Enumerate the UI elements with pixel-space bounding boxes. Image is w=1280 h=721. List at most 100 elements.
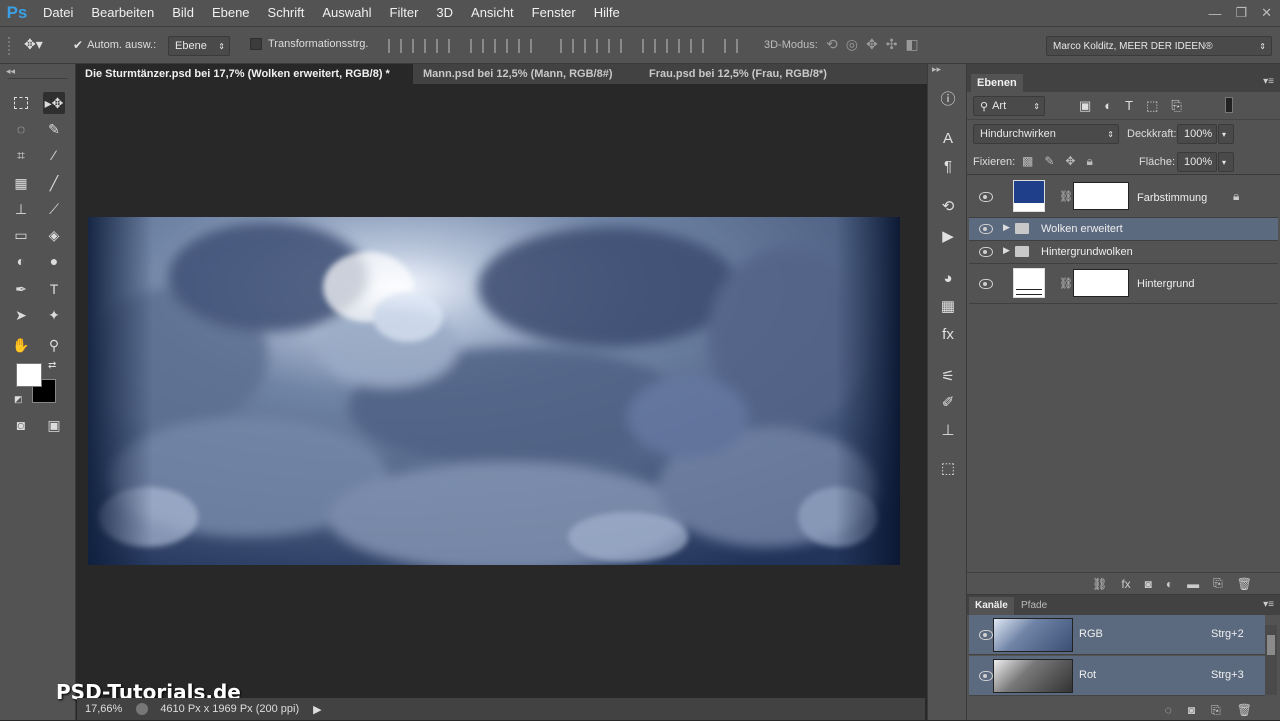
tab-mann[interactable]: Mann.psd bei 12,5% (Mann, RGB/8#) ✕ [415,64,637,100]
color-palette-icon[interactable]: ◕ [938,268,958,288]
custom-shape-tool-icon[interactable]: ✦ [43,304,65,326]
info-icon[interactable]: ⓘ [938,88,958,108]
add-mask-icon[interactable]: ◙ [1145,577,1152,591]
panel-menu-icon[interactable]: ▾≡ [1263,76,1274,87]
menu-bearbeiten[interactable]: Bearbeiten [82,0,163,26]
menu-bild[interactable]: Bild [163,0,203,26]
panel-menu-icon[interactable]: ▾≡ [1263,599,1274,610]
fill-field[interactable]: 100% [1177,152,1217,172]
maximize-icon[interactable]: ❐ [1235,5,1247,21]
3d-roll-icon[interactable]: ◎ [846,36,858,53]
history-brush-tool-icon[interactable]: ⟋ [43,198,65,220]
lasso-tool-icon[interactable]: ◌ [10,118,32,140]
menu-auswahl[interactable]: Auswahl [313,0,380,26]
delete-channel-icon[interactable]: 🗑︎ [1237,703,1252,717]
swatches-icon[interactable]: ▦ [938,296,958,316]
filter-adjustment-icon[interactable]: ◐ [1104,98,1112,114]
save-selection-icon[interactable]: ◙ [1188,703,1195,717]
tab-kanaele[interactable]: Kanäle [969,597,1014,615]
distribute-vcenter-icon[interactable] [584,39,598,53]
3d-pan-icon[interactable]: ✥ [866,36,878,53]
fill-dropdown-icon[interactable]: ▾ [1218,152,1234,172]
brush-presets-icon[interactable]: ✐ [938,392,958,412]
tab-ebenen[interactable]: Ebenen [971,74,1023,92]
layer-name[interactable]: Hintergrundwolken [1041,246,1133,258]
swap-colors-icon[interactable]: ⇄ [48,360,56,371]
tab-frau[interactable]: Frau.psd bei 12,5% (Frau, RGB/8*) ✕ [641,64,849,100]
opacity-dropdown-icon[interactable]: ▾ [1218,124,1234,144]
filter-toggle-switch[interactable] [1225,97,1233,113]
tab-die-sturmtaenzer[interactable]: Die Sturmtänzer.psd bei 17,7% (Wolken er… [77,64,413,100]
move-tool-preset-icon[interactable]: ✥▾ [24,36,43,53]
adjustments-icon[interactable]: ⚟ [938,366,958,386]
layer-name[interactable]: Wolken erweitert [1041,223,1123,235]
document-canvas[interactable] [88,217,900,565]
scrollbar-thumb[interactable] [1267,635,1275,655]
new-group-icon[interactable]: ▬ [1187,577,1199,591]
link-layers-icon[interactable]: ⛓ [1092,577,1107,591]
channels-scrollbar[interactable] [1265,625,1277,695]
menu-hilfe[interactable]: Hilfe [585,0,629,26]
status-menu-arrow-icon[interactable]: ▶ [313,703,321,716]
type-tool-icon[interactable]: T [43,278,65,300]
channel-row-rot[interactable]: Rot Strg+3 [969,656,1265,696]
default-colors-icon[interactable]: ◩ [14,394,23,405]
distribute-bottom-icon[interactable] [608,39,622,53]
healing-brush-tool-icon[interactable]: ▦ [10,172,32,194]
menu-ansicht[interactable]: Ansicht [462,0,523,26]
grip-handle[interactable] [8,37,16,55]
marquee-tool-icon[interactable] [10,92,32,114]
menu-filter[interactable]: Filter [381,0,428,26]
align-left-icon[interactable] [470,39,484,53]
paragraph-icon[interactable]: ¶ [938,156,958,176]
doc-info-icon[interactable] [136,703,149,715]
3d-camera-icon[interactable]: ◧ [905,36,918,53]
filter-type-icon[interactable]: T [1125,98,1133,114]
filter-smartobject-icon[interactable]: ⎘ [1171,98,1181,114]
collapse-icon[interactable]: ◂◂ [6,66,15,77]
lock-all-icon[interactable]: 🔒︎ [1086,154,1092,169]
menu-datei[interactable]: Datei [34,0,82,26]
zoom-tool-icon[interactable]: ⚲ [43,334,65,356]
screen-mode-icon[interactable]: ▣ [43,414,65,436]
new-channel-icon[interactable]: ⎘ [1211,703,1221,718]
distribute-left-icon[interactable] [642,39,656,53]
layer-name[interactable]: Hintergrund [1137,278,1194,290]
link-chain-icon[interactable]: ⛓ [1059,190,1073,203]
layer-row-wolken-erweitert[interactable]: ▶ Wolken erweitert [969,218,1278,241]
minimize-icon[interactable]: — [1208,6,1221,21]
filter-pixel-icon[interactable]: ▣ [1079,98,1091,114]
distribute-right-icon[interactable] [690,39,704,53]
align-right-icon[interactable] [518,39,532,53]
visibility-eye-icon[interactable] [979,671,993,681]
history-icon[interactable]: ⟲ [938,196,958,216]
hand-tool-icon[interactable]: ✋ [10,334,32,356]
paint-bucket-tool-icon[interactable]: ◈ [43,224,65,246]
lock-position-icon[interactable]: ✥ [1065,154,1075,169]
quick-select-tool-icon[interactable]: ✎ [43,118,65,140]
eraser-tool-icon[interactable]: ▭ [10,224,32,246]
menu-3d[interactable]: 3D [427,0,462,26]
menu-schrift[interactable]: Schrift [259,0,314,26]
filter-kind-dropdown[interactable]: ⚲ Art ⇕ [973,96,1045,116]
character-icon[interactable]: A [938,128,958,148]
move-tool-icon[interactable]: ▸✥ [43,92,65,114]
styles-fx-icon[interactable]: fx [938,324,958,344]
align-vcenter-icon[interactable] [412,39,426,53]
blend-mode-dropdown[interactable]: Hindurchwirken ⇕ [973,124,1119,144]
expand-arrow-icon[interactable]: ▶ [1003,245,1010,256]
lock-pixels-icon[interactable]: ✎ [1044,154,1054,169]
opacity-field[interactable]: 100% [1177,124,1217,144]
crop-tool-icon[interactable]: ⌗ [10,144,32,166]
layer-row-hintergrund[interactable]: ⛓ Hintergrund [969,264,1278,304]
menu-fenster[interactable]: Fenster [523,0,585,26]
3d-icon[interactable]: ⬚ [938,458,958,478]
align-hcenter-icon[interactable] [494,39,508,53]
blur-tool-icon[interactable]: ◐ [10,250,32,272]
new-layer-icon[interactable]: ⎘ [1213,576,1223,591]
align-bottom-icon[interactable] [436,39,450,53]
align-top-icon[interactable] [388,39,402,53]
menu-ebene[interactable]: Ebene [203,0,259,26]
visibility-eye-icon[interactable] [979,630,993,640]
quick-mask-icon[interactable]: ◙ [10,414,32,436]
